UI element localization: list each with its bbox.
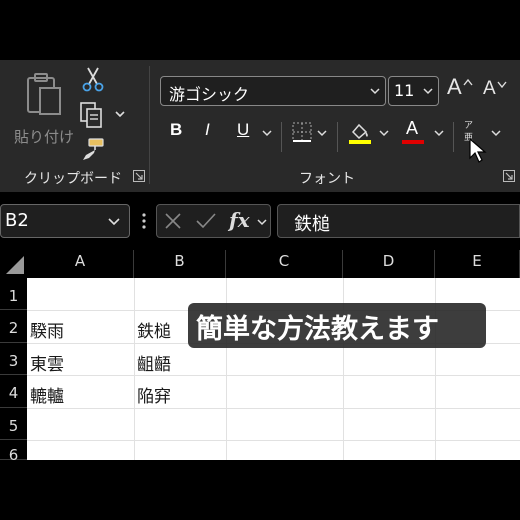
cut-icon[interactable] (80, 66, 106, 92)
formula-bar: B2 fx 鉄槌 (0, 192, 520, 250)
cell-a3[interactable]: 東雲 (30, 350, 64, 375)
cell-b3[interactable]: 齟齬 (137, 350, 171, 375)
launcher-arrow-icon (135, 172, 143, 180)
column-header-b[interactable]: B (134, 250, 226, 278)
copy-icon[interactable] (78, 100, 106, 130)
cancel-icon[interactable] (163, 211, 183, 231)
format-painter-icon[interactable] (80, 136, 106, 162)
row-header-3[interactable]: 3 (0, 343, 27, 375)
column-header-c[interactable]: C (226, 250, 343, 278)
font-dialog-launcher[interactable] (503, 170, 515, 182)
fill-color-swatch (349, 140, 371, 144)
select-all-triangle-icon (6, 256, 24, 274)
clipboard-group: 貼り付け クリップボード (0, 60, 150, 192)
name-box-value: B2 (5, 210, 29, 231)
chevron-down-icon[interactable] (490, 127, 502, 139)
formula-input[interactable]: 鉄槌 (277, 204, 520, 238)
increase-font-size-button[interactable]: A (447, 74, 462, 100)
font-group-label: フォント (299, 171, 355, 187)
insert-function-button[interactable]: fx (229, 208, 250, 232)
row-header-4[interactable]: 4 (0, 375, 27, 408)
font-size-dropdown[interactable]: 11 (388, 76, 439, 106)
caption-text: 簡単な方法教えます (196, 314, 439, 345)
shrink-arrow-icon (497, 81, 507, 88)
bottom-bar (0, 460, 520, 520)
font-color-button[interactable]: A (406, 118, 418, 139)
gridline (27, 375, 520, 376)
paste-icon (27, 73, 61, 115)
chevron-down-icon (423, 88, 433, 95)
font-group: 游ゴシック 11 A A B I U A ア亜 フォント (151, 60, 520, 192)
chevron-down-icon[interactable] (261, 127, 273, 139)
video-caption: 簡単な方法教えます (188, 303, 486, 348)
mouse-cursor-icon (469, 138, 487, 163)
toolbar-separator (453, 122, 454, 152)
decrease-font-size-button[interactable]: A (483, 78, 496, 100)
clipboard-group-label: クリップボード (24, 171, 122, 187)
chevron-down-icon (370, 88, 380, 95)
gridline (27, 408, 520, 409)
row-header-5[interactable]: 5 (0, 408, 27, 440)
italic-button[interactable]: I (205, 120, 210, 140)
formula-value: 鉄槌 (294, 214, 330, 235)
bold-button[interactable]: B (170, 120, 182, 140)
underline-button[interactable]: U (237, 120, 249, 140)
font-color-swatch (402, 140, 424, 144)
font-name-value: 游ゴシック (169, 85, 250, 104)
cell-a2[interactable]: 騤雨 (30, 317, 64, 342)
chevron-down-icon[interactable] (113, 107, 127, 121)
grow-arrow-icon (463, 78, 473, 86)
clipboard-dialog-launcher[interactable] (133, 170, 145, 182)
chevron-down-icon[interactable] (256, 216, 268, 228)
column-header-d[interactable]: D (343, 250, 435, 278)
formula-buttons: fx (156, 204, 271, 238)
group-separator (149, 66, 150, 184)
gridline (134, 278, 135, 460)
gridline (27, 440, 520, 441)
enter-check-icon[interactable] (195, 211, 217, 231)
font-name-dropdown[interactable]: 游ゴシック (160, 76, 386, 106)
font-size-value: 11 (394, 81, 415, 100)
cell-a4[interactable]: 轆轤 (30, 382, 64, 407)
row-header-6[interactable]: 6 (0, 440, 27, 464)
ribbon: 貼り付け クリップボード 游ゴシック 11 A A B I U A ア亜 フォン… (0, 60, 520, 192)
toolbar-separator (281, 122, 282, 152)
cell-b2[interactable]: 鉄槌 (137, 317, 171, 342)
paste-label: 貼り付け (14, 128, 75, 146)
select-all-corner[interactable] (0, 250, 27, 278)
border-icon[interactable] (291, 121, 313, 143)
chevron-down-icon[interactable] (433, 127, 445, 139)
row-header-1[interactable]: 1 (0, 278, 27, 310)
column-header-e[interactable]: E (435, 250, 520, 278)
chevron-down-icon (108, 218, 120, 226)
more-options-icon[interactable] (140, 211, 148, 231)
name-box[interactable]: B2 (0, 204, 130, 238)
paste-button[interactable]: 貼り付け (12, 68, 75, 148)
row-header-2[interactable]: 2 (0, 310, 27, 343)
toolbar-separator (337, 122, 338, 152)
spreadsheet-grid: A B C D E 1 2 3 4 5 6 騤雨 鉄槌 東雲 齟齬 轆轤 陥穽 (0, 250, 520, 464)
cell-b4[interactable]: 陥穽 (137, 382, 171, 407)
chevron-down-icon[interactable] (378, 127, 390, 139)
column-header-a[interactable]: A (27, 250, 134, 278)
chevron-down-icon[interactable] (316, 127, 328, 139)
launcher-arrow-icon (505, 172, 513, 180)
